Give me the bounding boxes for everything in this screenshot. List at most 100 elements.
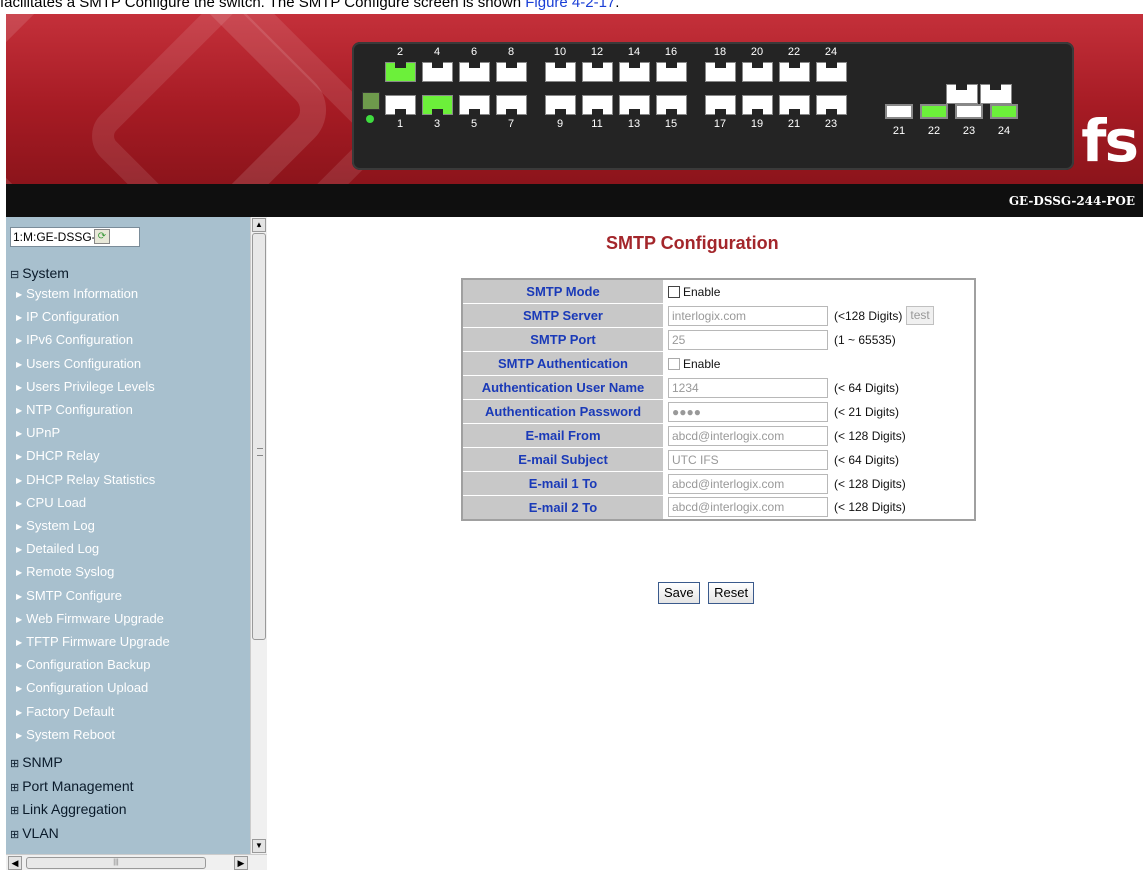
device-select[interactable]: 1:M:GE-DSSG-	[10, 227, 140, 247]
ethernet-port-icon[interactable]	[459, 95, 490, 115]
ethernet-port-icon[interactable]	[459, 62, 490, 82]
form-actions: Save Reset	[658, 582, 758, 604]
ethernet-port-icon[interactable]	[385, 95, 416, 115]
ethernet-port-icon[interactable]	[705, 95, 736, 115]
text-input[interactable]: abcd@interlogix.com	[668, 497, 828, 518]
arrow-right-icon: ▶	[16, 661, 23, 671]
ethernet-port-icon[interactable]	[705, 62, 736, 82]
ethernet-port-icon[interactable]	[742, 95, 773, 115]
sfp-number-label: 22	[927, 125, 941, 137]
text-input[interactable]: UTC IFS	[668, 449, 828, 470]
sidebar-item[interactable]: ▶ DHCP Relay	[16, 448, 100, 463]
text-input[interactable]: abcd@interlogix.com	[668, 425, 828, 446]
field-controls: ●●●● (< 21 Digits)	[668, 400, 974, 423]
ethernet-port-icon[interactable]	[582, 62, 613, 82]
ethernet-port-icon[interactable]	[656, 62, 687, 82]
sidebar-item[interactable]: ▶ SMTP Configure	[16, 588, 122, 603]
reset-button[interactable]: Reset	[708, 582, 755, 604]
scroll-right-icon[interactable]: ▶	[234, 856, 248, 870]
scroll-thumb[interactable]	[252, 233, 266, 640]
save-button[interactable]: Save	[658, 582, 700, 604]
sfp-port-icon[interactable]	[920, 104, 948, 119]
ethernet-port-icon[interactable]	[779, 95, 810, 115]
sidebar-item[interactable]: ▶ DHCP Relay Statistics	[16, 472, 155, 487]
ethernet-port-icon[interactable]	[422, 62, 453, 82]
port-number-label: 5	[470, 118, 478, 130]
sidebar-item[interactable]: ▶ UPnP	[16, 425, 60, 440]
ethernet-port-icon[interactable]	[816, 62, 847, 82]
sidebar-item[interactable]: ▶ Web Firmware Upgrade	[16, 611, 164, 626]
sfp-cage-icon[interactable]	[980, 84, 1012, 104]
ethernet-port-icon[interactable]	[385, 62, 416, 82]
sidebar-item[interactable]: ▶ NTP Configuration	[16, 402, 133, 417]
scroll-left-icon[interactable]: ◀	[8, 856, 22, 870]
checkbox-label: Enable	[683, 356, 721, 371]
ethernet-port-icon[interactable]	[779, 62, 810, 82]
sidebar-item[interactable]: ▶ IP Configuration	[16, 309, 119, 324]
text-input[interactable]: abcd@interlogix.com	[668, 473, 828, 494]
sidebar-item[interactable]: ▶ CPU Load	[16, 495, 86, 510]
sidebar-item[interactable]: ▶ Users Privilege Levels	[16, 379, 155, 394]
field-value-cell: ●●●● (< 21 Digits)	[663, 399, 975, 424]
ethernet-port-icon[interactable]	[545, 95, 576, 115]
sfp-port-icon[interactable]	[885, 104, 913, 119]
sidebar-item[interactable]: ▶ Users Configuration	[16, 356, 141, 371]
port-notch	[826, 62, 837, 68]
sidebar-item[interactable]: ▶ System Log	[16, 518, 95, 533]
scroll-up-icon[interactable]: ▲	[252, 218, 266, 232]
enable-checkbox[interactable]	[668, 285, 680, 298]
sidebar-item-label: Configuration Backup	[26, 657, 151, 673]
sidebar-item[interactable]: ▶ TFTP Firmware Upgrade	[16, 634, 170, 649]
port-number-label: 18	[713, 46, 727, 58]
sidebar-item[interactable]: ▶ Remote Syslog	[16, 564, 114, 579]
sidebar-item[interactable]: ▶ Detailed Log	[16, 541, 99, 556]
sidebar-item[interactable]: ▶ System Reboot	[16, 727, 115, 742]
ethernet-port-icon[interactable]	[816, 95, 847, 115]
nav-section[interactable]: ⊞ Port Management	[10, 778, 134, 794]
sidebar-item-label: IPv6 Configuration	[26, 332, 134, 348]
sfp-port-icon[interactable]	[990, 104, 1018, 119]
sidebar-item[interactable]: ▶ Configuration Backup	[16, 657, 150, 672]
ethernet-port-icon[interactable]	[619, 62, 650, 82]
sfp-port-icon[interactable]	[955, 104, 983, 119]
text-input[interactable]: 1234	[668, 377, 828, 398]
sfp-number-label: 24	[997, 125, 1011, 137]
ethernet-port-icon[interactable]	[742, 62, 773, 82]
arrow-right-icon: ▶	[16, 522, 23, 531]
ethernet-port-icon[interactable]	[619, 95, 650, 115]
sidebar-horizontal-scrollbar[interactable]: ◀ ||| ▶	[6, 854, 267, 870]
ethernet-port-icon[interactable]	[422, 95, 453, 115]
nav-section-system[interactable]: ⊟ System	[10, 265, 69, 281]
enable-checkbox[interactable]	[668, 357, 680, 370]
ethernet-port-icon[interactable]	[582, 95, 613, 115]
scroll-down-icon[interactable]: ▼	[252, 839, 266, 853]
ethernet-port-icon[interactable]	[545, 62, 576, 82]
sidebar-item[interactable]: ▶ Factory Default	[16, 704, 114, 719]
sidebar-vertical-scrollbar[interactable]: ▲ ▼	[250, 217, 267, 854]
sidebar-item-label: Detailed Log	[26, 541, 100, 557]
field-hint: (< 128 Digits)	[834, 476, 906, 491]
text-input[interactable]: 25	[668, 329, 828, 350]
sfp-cage-icon[interactable]	[946, 84, 978, 104]
ethernet-port-icon[interactable]	[496, 95, 527, 115]
refresh-icon[interactable]: ⟳	[94, 229, 110, 244]
arrow-right-icon: ▶	[16, 406, 23, 415]
sidebar-item[interactable]: ▶ IPv6 Configuration	[16, 332, 133, 347]
port-number-label: 6	[470, 46, 478, 58]
sidebar-item-label: NTP Configuration	[26, 402, 133, 417]
scroll-thumb-horizontal[interactable]: |||	[26, 857, 206, 869]
ethernet-port-icon[interactable]	[496, 62, 527, 82]
sidebar-item-label: TFTP Firmware Upgrade	[26, 634, 170, 649]
sidebar-item[interactable]: ▶ System Information	[16, 286, 138, 301]
text-input[interactable]: interlogix.com	[668, 305, 828, 326]
field-label: E-mail 2 To	[461, 495, 664, 521]
figure-link[interactable]: Figure 4-2-17	[525, 0, 615, 10]
port-notch	[752, 109, 763, 115]
test-button[interactable]: test	[906, 306, 934, 325]
sidebar-item[interactable]: ▶ Configuration Upload	[16, 680, 148, 695]
text-input[interactable]: ●●●●	[668, 401, 828, 422]
nav-section[interactable]: ⊞ Link Aggregation	[10, 801, 127, 817]
ethernet-port-icon[interactable]	[656, 95, 687, 115]
nav-section[interactable]: ⊞ SNMP	[10, 754, 63, 770]
nav-section[interactable]: ⊞ VLAN	[10, 825, 59, 841]
